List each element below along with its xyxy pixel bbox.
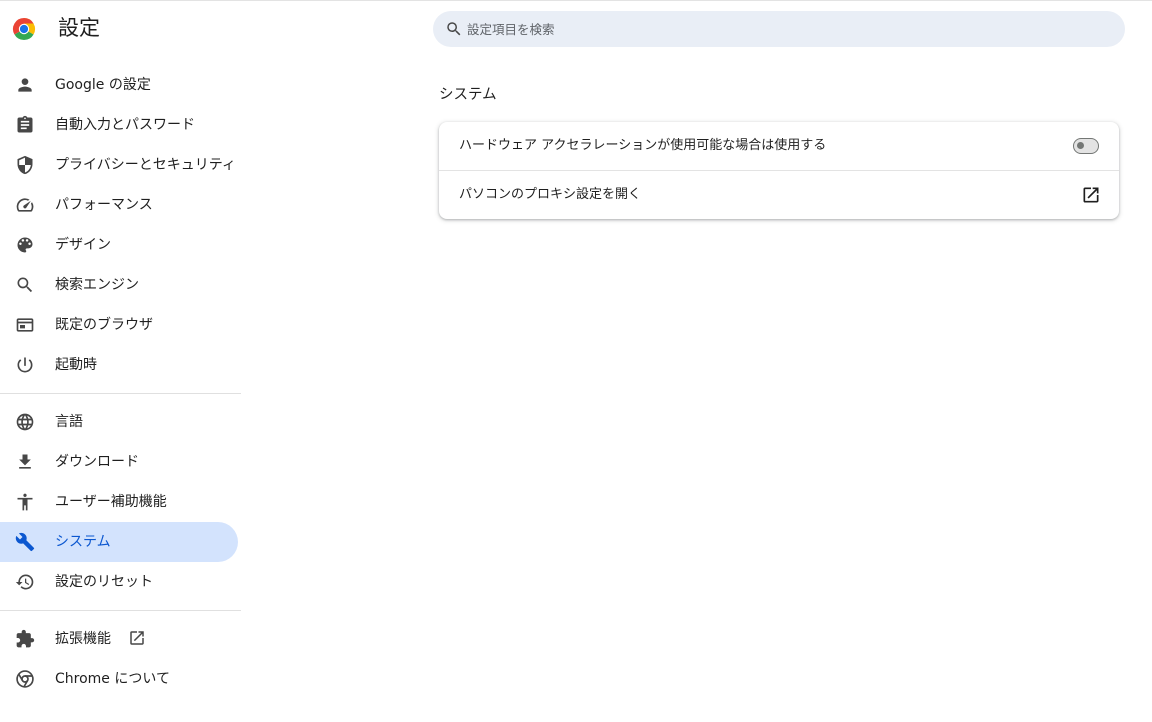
search-icon: [17, 277, 33, 293]
clipboard-icon: [17, 115, 33, 133]
sidebar-item-reset-settings[interactable]: 設定のリセット: [0, 562, 238, 602]
sidebar-item-system[interactable]: システム: [0, 522, 238, 562]
puzzle-icon: [16, 629, 35, 648]
speedometer-icon: [16, 198, 34, 212]
power-icon: [17, 357, 33, 373]
system-settings-card: ハードウェア アクセラレーションが使用可能な場合は使用する パソコンのプロキシ設…: [439, 122, 1119, 219]
sidebar-divider: [0, 610, 241, 611]
sidebar-item-label: Chrome について: [55, 671, 170, 687]
sidebar-item-search-engine[interactable]: 検索エンジン: [0, 265, 238, 305]
sidebar-item-label: 設定のリセット: [55, 574, 153, 590]
open-in-new-icon: [130, 631, 144, 645]
sidebar-item-default-browser[interactable]: 既定のブラウザ: [0, 305, 238, 345]
chrome-icon: [16, 670, 34, 688]
hardware-acceleration-label: ハードウェア アクセラレーションが使用可能な場合は使用する: [459, 138, 827, 153]
sidebar-item-on-startup[interactable]: 起動時: [0, 345, 238, 385]
hardware-acceleration-row[interactable]: ハードウェア アクセラレーションが使用可能な場合は使用する: [439, 122, 1119, 170]
proxy-settings-label: パソコンのプロキシ設定を開く: [459, 187, 642, 202]
shield-icon: [17, 155, 33, 175]
sidebar-item-label: 起動時: [55, 357, 97, 373]
open-in-new-icon[interactable]: [1081, 185, 1101, 205]
settings-search-box[interactable]: [433, 11, 1125, 47]
sidebar-item-label: 拡張機能: [55, 631, 111, 647]
sidebar-item-label: 自動入力とパスワード: [55, 117, 195, 133]
sidebar-item-downloads[interactable]: ダウンロード: [0, 442, 238, 482]
sidebar-item-label: デザイン: [55, 237, 111, 253]
sidebar-item-label: 言語: [55, 414, 83, 430]
sidebar-item-accessibility[interactable]: ユーザー補助機能: [0, 482, 238, 522]
settings-sidebar: Google の設定 自動入力とパスワード プライバシーとセキュリティ パフォー…: [0, 0, 241, 722]
sidebar-item-about-chrome[interactable]: Chrome について: [0, 659, 238, 699]
search-icon: [447, 22, 461, 36]
hardware-acceleration-toggle[interactable]: [1073, 138, 1099, 154]
sidebar-item-label: 検索エンジン: [55, 277, 139, 293]
section-title: システム: [439, 87, 497, 103]
search-input[interactable]: [467, 11, 1107, 47]
sidebar-item-label: プライバシーとセキュリティ: [55, 157, 236, 173]
sidebar-item-performance[interactable]: パフォーマンス: [0, 185, 238, 225]
accessibility-icon: [17, 493, 33, 511]
sidebar-item-extensions[interactable]: 拡張機能: [0, 619, 238, 659]
sidebar-item-google-settings[interactable]: Google の設定: [0, 65, 238, 105]
globe-icon: [16, 413, 34, 431]
sidebar-item-languages[interactable]: 言語: [0, 402, 238, 442]
sidebar-item-label: Google の設定: [55, 77, 151, 93]
sidebar-item-label: 既定のブラウザ: [55, 317, 153, 333]
sidebar-item-privacy[interactable]: プライバシーとセキュリティ: [0, 145, 238, 185]
person-icon: [18, 78, 32, 92]
sidebar-item-label: ユーザー補助機能: [55, 494, 167, 510]
proxy-settings-row[interactable]: パソコンのプロキシ設定を開く: [439, 171, 1119, 219]
palette-icon: [17, 237, 33, 253]
sidebar-item-label: ダウンロード: [55, 454, 139, 470]
restore-icon: [15, 574, 34, 590]
toggle-knob: [1077, 142, 1084, 149]
sidebar-item-label: パフォーマンス: [55, 197, 153, 213]
sidebar-divider: [0, 393, 241, 394]
sidebar-item-design[interactable]: デザイン: [0, 225, 238, 265]
sidebar-item-label: システム: [55, 534, 111, 550]
sidebar-item-autofill[interactable]: 自動入力とパスワード: [0, 105, 238, 145]
browser-window-icon: [16, 318, 34, 332]
download-icon: [19, 454, 31, 469]
wrench-icon: [15, 532, 35, 552]
